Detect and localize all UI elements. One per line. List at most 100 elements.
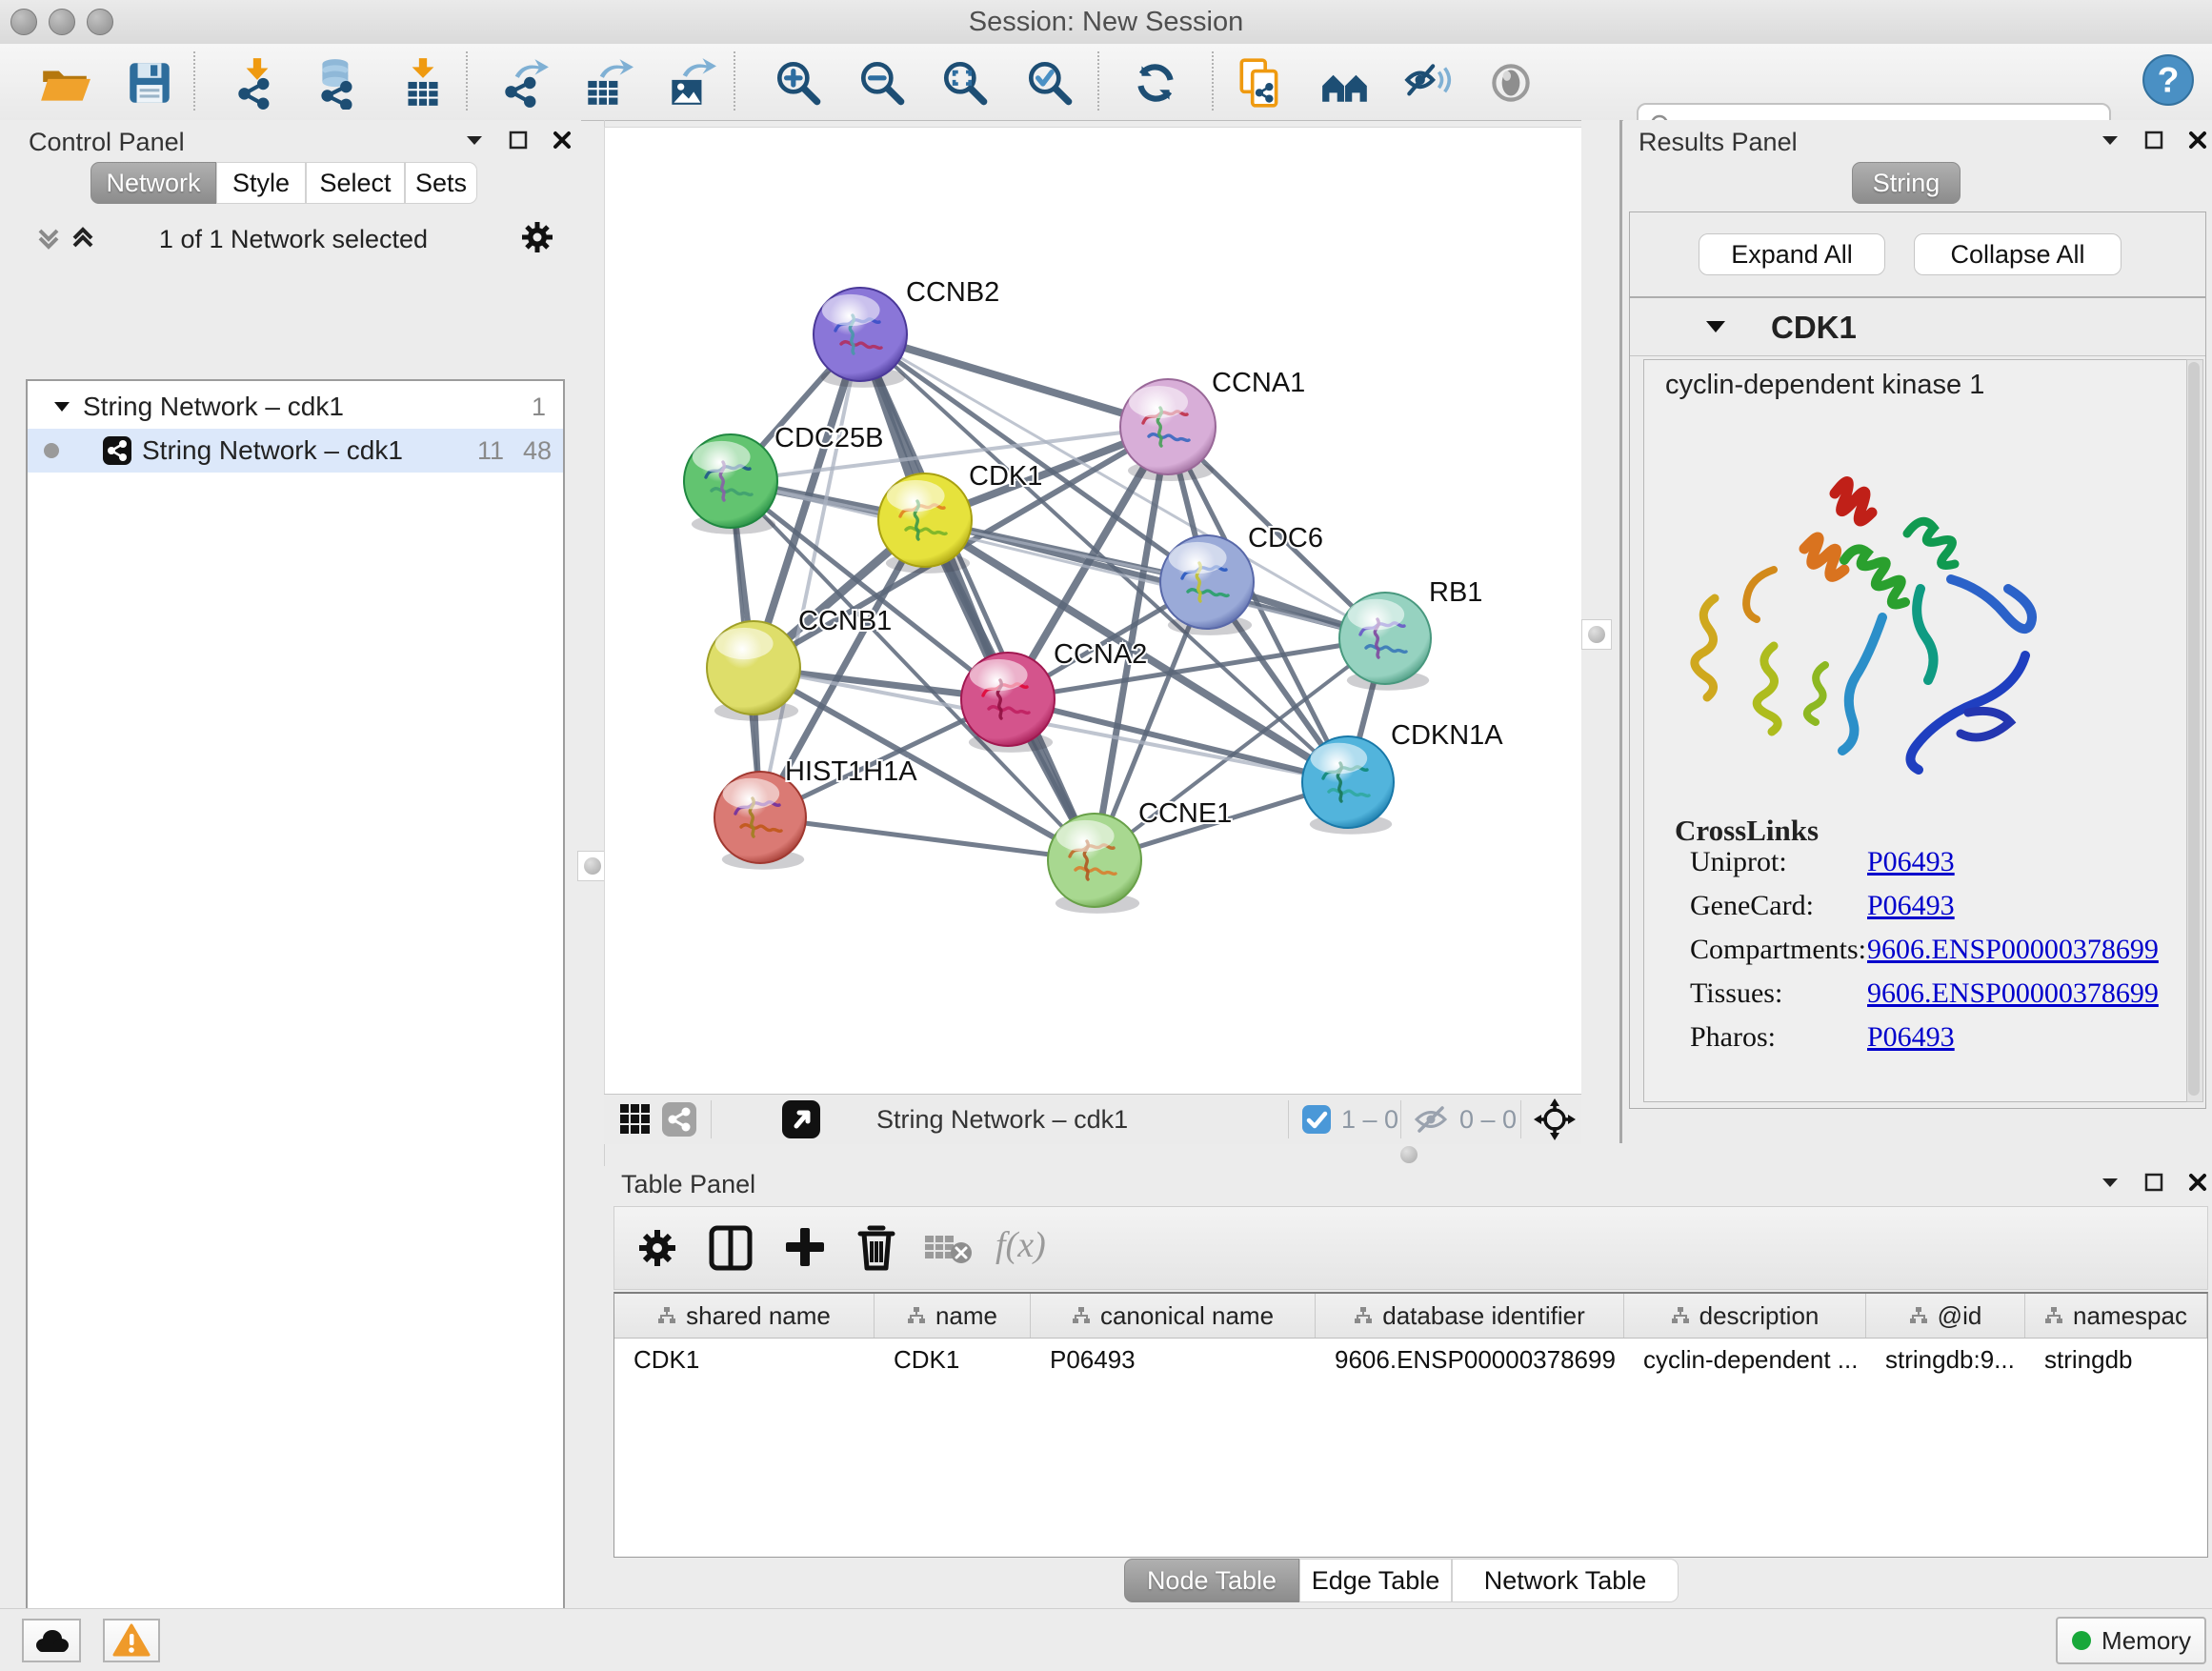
column-header-label: shared name: [686, 1301, 831, 1331]
panel-close-icon[interactable]: [2187, 1172, 2208, 1193]
import-table-file-icon[interactable]: [396, 56, 450, 110]
column-header-canonical-name[interactable]: canonical name: [1031, 1294, 1316, 1338]
share-network-icon[interactable]: [661, 1101, 697, 1137]
column-type-icon: [1909, 1306, 1928, 1325]
panel-menu-icon[interactable]: [2100, 1172, 2121, 1193]
column-header--id[interactable]: @id: [1866, 1294, 2025, 1338]
pan-crosshair-icon[interactable]: [1534, 1098, 1576, 1140]
node-label-ccne1: CCNE1: [1138, 798, 1232, 829]
toolbar-separator: [1212, 51, 1214, 111]
first-neighbors-icon[interactable]: [1318, 56, 1372, 110]
left-splitter[interactable]: [581, 120, 605, 1608]
results-scrollbar[interactable]: [2186, 359, 2203, 1102]
right-splitter[interactable]: [1581, 120, 1619, 1143]
table-panel: Table Panel f(x) shared n: [604, 1166, 2212, 1608]
network-canvas[interactable]: CCNB2CCNA1CDC25BCDK1CDC6RB1CCNB1CCNA2CDK…: [604, 127, 1582, 1095]
selected-count: 1 – 0: [1341, 1105, 1398, 1135]
zoom-in-icon[interactable]: [772, 56, 825, 110]
zoom-out-icon[interactable]: [855, 56, 909, 110]
clone-network-icon[interactable]: [1234, 56, 1287, 110]
column-header-name[interactable]: name: [875, 1294, 1031, 1338]
tab-sets[interactable]: Sets: [405, 162, 477, 204]
network-selection-status: 1 of 1 Network selected: [26, 225, 561, 254]
crosslink-link[interactable]: P06493: [1867, 890, 1955, 922]
grid-view-icon[interactable]: [619, 1103, 652, 1136]
panel-menu-icon[interactable]: [2100, 130, 2121, 151]
network-edge[interactable]: [760, 817, 1095, 860]
panel-float-icon[interactable]: [2143, 130, 2164, 151]
section-collapse-icon[interactable]: [1704, 317, 1727, 336]
tab-select[interactable]: Select: [306, 162, 405, 204]
tab-node-table[interactable]: Node Table: [1124, 1559, 1299, 1602]
bottom-splitter-handle[interactable]: [1400, 1146, 1418, 1163]
right-splitter-handle[interactable]: [1581, 619, 1612, 650]
cloud-status-button[interactable]: [22, 1619, 81, 1662]
expand-all-button[interactable]: Expand All: [1699, 233, 1885, 275]
refresh-view-icon[interactable]: [1129, 56, 1182, 110]
save-session-icon[interactable]: [123, 56, 176, 110]
delete-table-icon[interactable]: [923, 1232, 975, 1266]
column-header-database-identifier[interactable]: database identifier: [1316, 1294, 1624, 1338]
panel-float-icon[interactable]: [2143, 1172, 2164, 1193]
column-header-label: canonical name: [1100, 1301, 1274, 1331]
crosslink-link[interactable]: P06493: [1867, 1021, 1955, 1054]
table-cell[interactable]: stringdb:9...: [1866, 1338, 2025, 1381]
network-view-toolbar: String Network – cdk1 1 – 0 0 – 0: [604, 1094, 1581, 1144]
node-table[interactable]: shared name name canonical name database id…: [613, 1292, 2208, 1558]
panel-close-icon[interactable]: [552, 130, 573, 151]
export-table-icon[interactable]: [580, 56, 633, 110]
column-header-description[interactable]: description: [1624, 1294, 1866, 1338]
help-icon[interactable]: ?: [2142, 53, 2195, 107]
panel-menu-icon[interactable]: [464, 130, 485, 151]
hide-selected-icon[interactable]: [1401, 56, 1455, 110]
open-session-icon[interactable]: [38, 56, 91, 110]
table-cell[interactable]: P06493: [1031, 1338, 1316, 1381]
network-row-selected[interactable]: String Network – cdk1 11 48: [28, 429, 563, 473]
tab-style[interactable]: Style: [216, 162, 306, 204]
show-all-icon[interactable]: [1484, 56, 1538, 110]
table-row[interactable]: CDK1CDK1P064939606.ENSP00000378699cyclin…: [614, 1338, 2207, 1381]
panel-close-icon[interactable]: [2187, 130, 2208, 151]
column-header-namespac[interactable]: namespac: [2025, 1294, 2207, 1338]
tab-string[interactable]: String: [1852, 162, 1961, 204]
memory-button[interactable]: Memory: [2056, 1617, 2206, 1664]
import-network-database-icon[interactable]: [312, 56, 365, 110]
delete-column-trash-icon[interactable]: [855, 1222, 898, 1272]
table-cell[interactable]: stringdb: [2025, 1338, 2207, 1381]
tree-expand-icon[interactable]: [52, 397, 71, 416]
crosslink-link[interactable]: P06493: [1867, 846, 1955, 878]
network-options-gear-icon[interactable]: [519, 219, 555, 255]
selected-checkbox-icon[interactable]: [1301, 1104, 1332, 1135]
zoom-fit-icon[interactable]: [938, 56, 992, 110]
table-cell[interactable]: cyclin-dependent ...: [1624, 1338, 1866, 1381]
column-type-icon: [657, 1306, 676, 1325]
table-cell[interactable]: CDK1: [614, 1338, 875, 1381]
network-collection-row[interactable]: String Network – cdk1 1: [28, 385, 563, 429]
table-settings-gear-icon[interactable]: [635, 1226, 679, 1270]
column-header-shared-name[interactable]: shared name: [614, 1294, 875, 1338]
tab-edge-table[interactable]: Edge Table: [1299, 1559, 1452, 1602]
function-builder-icon[interactable]: f(x): [995, 1224, 1046, 1266]
tab-network-table[interactable]: Network Table: [1452, 1559, 1679, 1602]
birds-eye-view-icon[interactable]: [781, 1099, 821, 1139]
warnings-button[interactable]: [103, 1619, 160, 1662]
collapse-all-button[interactable]: Collapse All: [1914, 233, 2122, 275]
crosslink-link[interactable]: 9606.ENSP00000378699: [1867, 934, 2159, 966]
crosslink-link[interactable]: 9606.ENSP00000378699: [1867, 977, 2159, 1010]
edge-count: 48: [523, 436, 552, 466]
import-network-file-icon[interactable]: [231, 56, 284, 110]
bottom-splitter[interactable]: [604, 1143, 2212, 1166]
export-network-icon[interactable]: [497, 56, 551, 110]
export-image-icon[interactable]: [663, 56, 716, 110]
create-column-plus-icon[interactable]: [782, 1224, 828, 1270]
zoom-selected-icon[interactable]: [1023, 56, 1076, 110]
network-edge[interactable]: [760, 334, 860, 817]
table-cell[interactable]: CDK1: [875, 1338, 1031, 1381]
control-panel: Control Panel Network Style Select Sets …: [0, 120, 581, 1608]
panel-float-icon[interactable]: [508, 130, 529, 151]
results-actions-box: Expand All Collapse All: [1629, 211, 2206, 297]
table-cell[interactable]: 9606.ENSP00000378699: [1316, 1338, 1624, 1381]
crosslink-label: GeneCard:: [1690, 890, 1814, 922]
tab-network[interactable]: Network: [90, 162, 216, 204]
show-columns-icon[interactable]: [708, 1224, 754, 1272]
